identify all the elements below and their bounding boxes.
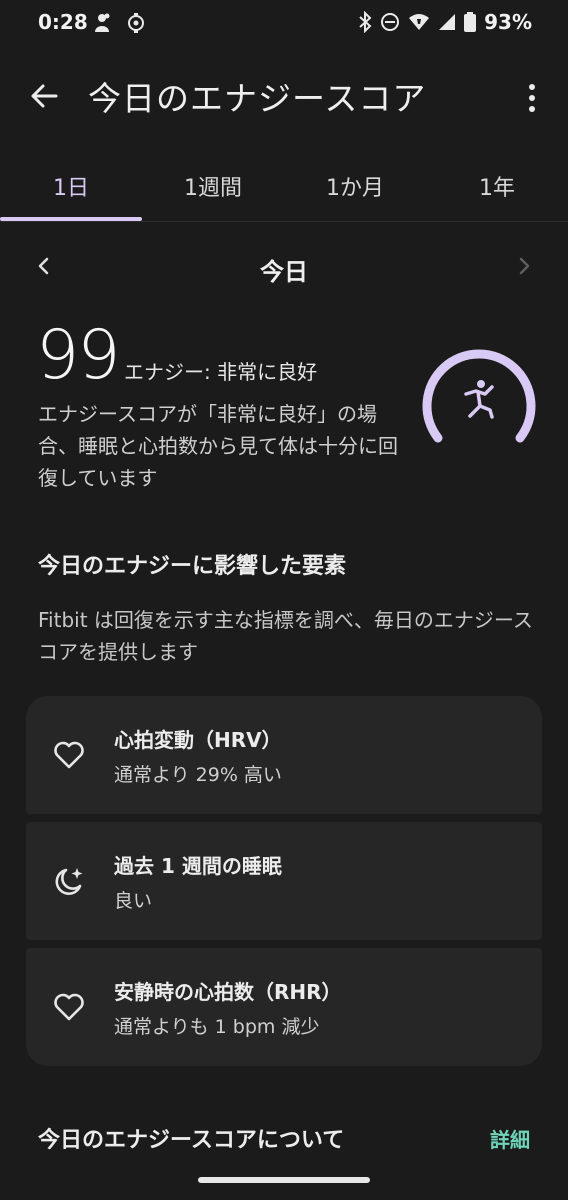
about-heading: 今日のエナジースコアについて [38,1128,345,1153]
factors-description: Fitbit は回復を示す主な指標を調べ、毎日のエナジースコアを提供します [38,608,533,664]
factor-card-hrv[interactable]: 心拍変動（HRV） 通常より 29% 高い [26,696,542,814]
heart-icon [54,993,84,1021]
home-gesture-bar[interactable] [198,1177,370,1183]
more-options-icon[interactable] [522,82,542,114]
energy-score-description: エナジースコアが「非常に良好」の場合、睡眠と心拍数から見て体は十分に回復していま… [38,402,398,490]
fitbit-notification-icon [128,13,144,33]
tab-day[interactable]: 1日 [0,150,142,222]
factor-title: 過去 1 週間の睡眠 [114,854,282,878]
chevron-right-icon[interactable] [512,254,536,278]
heart-icon [54,741,84,769]
energy-score-label: エナジー: 非常に良好 [124,360,318,384]
factor-title: 心拍変動（HRV） [114,728,282,752]
system-status-icons: 93% [358,10,532,34]
moon-sparkle-icon [55,868,83,895]
page-title: 今日のエナジースコア [88,79,427,118]
wifi-icon [409,14,430,30]
factor-subtitle: 通常よりも 1 bpm 減少 [114,1016,320,1038]
factor-title: 安静時の心拍数（RHR） [114,980,342,1004]
energy-gauge [422,349,536,443]
do-not-disturb-icon [381,13,400,31]
tab-week[interactable]: 1週間 [142,150,284,222]
period-tabs: 1日 1週間 1か月 1年 [0,150,568,222]
bluetooth-icon [359,11,372,33]
screen: 0:28 93% 今日のエナジースコア 1日 1週間 1か月 1年 今日 99 … [0,0,568,1200]
battery-percent: 93% [484,10,532,34]
running-person-icon [464,380,494,419]
details-link[interactable]: 詳細 [490,1124,530,1153]
factor-card-rhr[interactable]: 安静時の心拍数（RHR） 通常よりも 1 bpm 減少 [26,948,542,1066]
factor-subtitle: 通常より 29% 高い [114,764,282,786]
back-arrow-icon[interactable] [26,78,62,114]
tabs-divider [0,221,568,222]
app-bar: 今日のエナジースコア [0,62,568,126]
app-notification-icon [95,13,110,32]
date-navigation: 今日 [0,244,568,288]
date-label: 今日 [260,258,308,286]
notification-icons [92,12,146,34]
status-bar: 0:28 93% [0,0,568,48]
factor-card-sleep[interactable]: 過去 1 週間の睡眠 良い [26,822,542,940]
factor-subtitle: 良い [114,890,153,912]
status-time: 0:28 [38,10,88,34]
energy-score-value: 99 [36,316,121,395]
battery-icon [464,12,477,32]
tab-month[interactable]: 1か月 [284,150,426,222]
tab-year[interactable]: 1年 [426,150,568,222]
cell-signal-icon [439,14,456,30]
factors-heading: 今日のエナジーに影響した要素 [38,554,347,579]
